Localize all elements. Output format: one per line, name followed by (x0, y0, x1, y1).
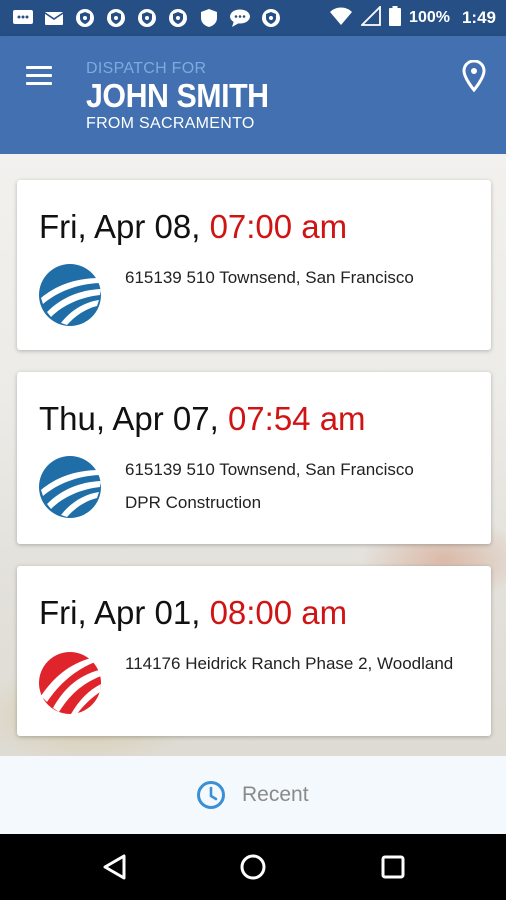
recents-button[interactable] (376, 850, 410, 884)
company-logo-icon (39, 456, 101, 518)
app-header: DISPATCH FOR JOHN SMITH FROM SACRAMENTO (0, 36, 506, 154)
mail-icon (43, 8, 65, 28)
menu-bar-top (26, 66, 52, 69)
location-pin-icon (462, 59, 486, 93)
dispatch-datetime: Fri, Apr 08, 07:00 am (39, 208, 347, 246)
recent-button[interactable]: Recent (196, 778, 309, 812)
dispatch-card[interactable]: Thu, Apr 07, 07:54 am 615139 510 Townsen… (17, 372, 491, 544)
menu-button[interactable] (26, 66, 54, 88)
header-title-block: DISPATCH FOR JOHN SMITH FROM SACRAMENTO (86, 60, 285, 133)
dispatch-time: 08:00 am (209, 594, 348, 631)
system-nav-bar (0, 834, 506, 900)
signal-icon (359, 4, 381, 31)
dispatch-date: Thu, Apr 07, (39, 400, 219, 437)
shield-notification-icon (260, 8, 282, 28)
dispatch-for-label: DISPATCH FOR (86, 60, 207, 77)
dispatch-job-address: 114176 Heidrick Ranch Phase 2, Woodland (125, 654, 454, 673)
shield-icon (198, 8, 220, 28)
driver-name: JOHN SMITH (86, 77, 269, 114)
home-icon (240, 854, 266, 880)
dispatch-datetime: Fri, Apr 01, 08:00 am (39, 594, 347, 632)
chat-icon (12, 8, 34, 28)
recent-label: Recent (242, 783, 309, 806)
menu-bar-bottom (26, 82, 52, 85)
status-bar: 100% 1:49 (0, 0, 506, 36)
dispatch-job-address: 615139 510 Townsend, San Francisco (125, 268, 414, 287)
bottom-bar: Recent (0, 756, 506, 834)
dispatch-time: 07:00 am (209, 208, 348, 245)
dispatch-customer: DPR Construction (125, 493, 262, 512)
dispatch-details: 615139 510 Townsend, San Francisco DPR C… (125, 458, 414, 524)
dispatch-details: 114176 Heidrick Ranch Phase 2, Woodland (125, 652, 455, 685)
back-icon (103, 854, 126, 880)
notification-icons (12, 7, 282, 29)
location-pin-button[interactable] (462, 59, 486, 93)
shield-notification-icon (167, 8, 189, 28)
wifi-icon (329, 6, 353, 31)
dispatch-details: 615139 510 Townsend, San Francisco (125, 266, 414, 299)
shield-notification-icon (105, 8, 127, 28)
back-button[interactable] (98, 850, 132, 884)
clock-icon (197, 781, 225, 809)
dispatch-job-address: 615139 510 Townsend, San Francisco (125, 460, 414, 479)
clock-time: 1:49 (461, 8, 496, 27)
dispatch-date: Fri, Apr 08, (39, 208, 201, 245)
dispatch-card[interactable]: Fri, Apr 01, 08:00 am 114176 Heidrick Ra… (17, 566, 491, 736)
dispatch-date: Fri, Apr 01, (39, 594, 201, 631)
shield-notification-icon (136, 8, 158, 28)
home-button[interactable] (236, 850, 270, 884)
dispatch-card[interactable]: Fri, Apr 08, 07:00 am 615139 510 Townsen… (17, 180, 491, 350)
from-city-label: FROM SACRAMENTO (86, 115, 255, 132)
battery-percent: 100% (409, 9, 450, 26)
menu-bar-middle (26, 74, 52, 77)
company-logo-icon (39, 652, 101, 714)
dispatch-datetime: Thu, Apr 07, 07:54 am (39, 400, 366, 438)
recents-icon (381, 855, 405, 879)
company-logo-icon (39, 264, 101, 326)
battery-icon (389, 5, 402, 31)
dispatch-time: 07:54 am (227, 400, 366, 437)
system-status: 100% 1:49 (329, 4, 496, 31)
shield-notification-icon (74, 8, 96, 28)
message-icon (229, 8, 251, 28)
